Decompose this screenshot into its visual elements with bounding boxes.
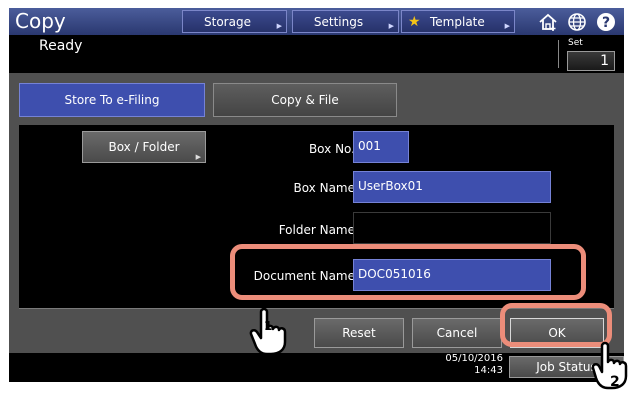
date-time: 05/10/2016 14:43 [439, 353, 503, 377]
reset-button[interactable]: Reset [314, 318, 404, 348]
svg-text:?: ? [602, 15, 610, 31]
expand-arrow-icon: ▶ [195, 153, 201, 161]
bottom-bar: 05/10/2016 14:43 Job Status [9, 353, 624, 382]
time-text: 14:43 [474, 365, 503, 376]
set-count[interactable]: 1 [567, 51, 615, 71]
settings-label: Settings [313, 15, 364, 29]
help-icon[interactable]: ? [595, 11, 617, 33]
top-bar: Copy Storage ▶ Settings ▶ ★ Template ▶ ? [9, 8, 624, 35]
expand-arrow-icon: ▶ [388, 22, 394, 30]
step-two-label: 2 [610, 374, 620, 390]
storage-label: Storage [204, 15, 251, 29]
box-name-field[interactable]: UserBox01 [353, 171, 551, 203]
status-message: Ready [39, 38, 83, 54]
settings-button[interactable]: Settings ▶ [292, 10, 399, 33]
home-icon[interactable] [537, 11, 559, 33]
set-label: Set [568, 38, 583, 48]
divider [558, 40, 559, 68]
date-text: 05/10/2016 [445, 353, 503, 364]
hand-pointer-icon: 2 [592, 341, 628, 390]
cancel-button[interactable]: Cancel [412, 318, 502, 348]
box-folder-button[interactable]: Box / Folder ▶ [82, 131, 206, 163]
box-no-field[interactable]: 001 [353, 131, 409, 163]
expand-arrow-icon: ▶ [504, 22, 510, 30]
box-name-label: Box Name [293, 181, 355, 195]
hand-pointer-icon: 1 [249, 307, 287, 356]
folder-name-field[interactable] [353, 212, 551, 244]
globe-icon[interactable] [566, 11, 588, 33]
star-icon: ★ [408, 14, 421, 30]
tab-copy-and-file[interactable]: Copy & File [213, 83, 397, 117]
box-no-label: Box No. [308, 142, 355, 156]
tab-store-to-efiling[interactable]: Store To e-Filing [19, 83, 205, 117]
app-title: Copy [15, 9, 66, 33]
step-one-label: 1 [264, 319, 272, 333]
template-button[interactable]: ★ Template ▶ [401, 10, 515, 33]
document-name-highlight [230, 244, 586, 300]
expand-arrow-icon: ▶ [276, 22, 282, 30]
storage-button[interactable]: Storage ▶ [182, 10, 287, 33]
folder-name-label: Folder Name [278, 223, 355, 237]
status-row: Ready Set 1 [9, 35, 624, 71]
box-folder-label: Box / Folder [108, 140, 180, 154]
template-label: Template [430, 15, 485, 29]
